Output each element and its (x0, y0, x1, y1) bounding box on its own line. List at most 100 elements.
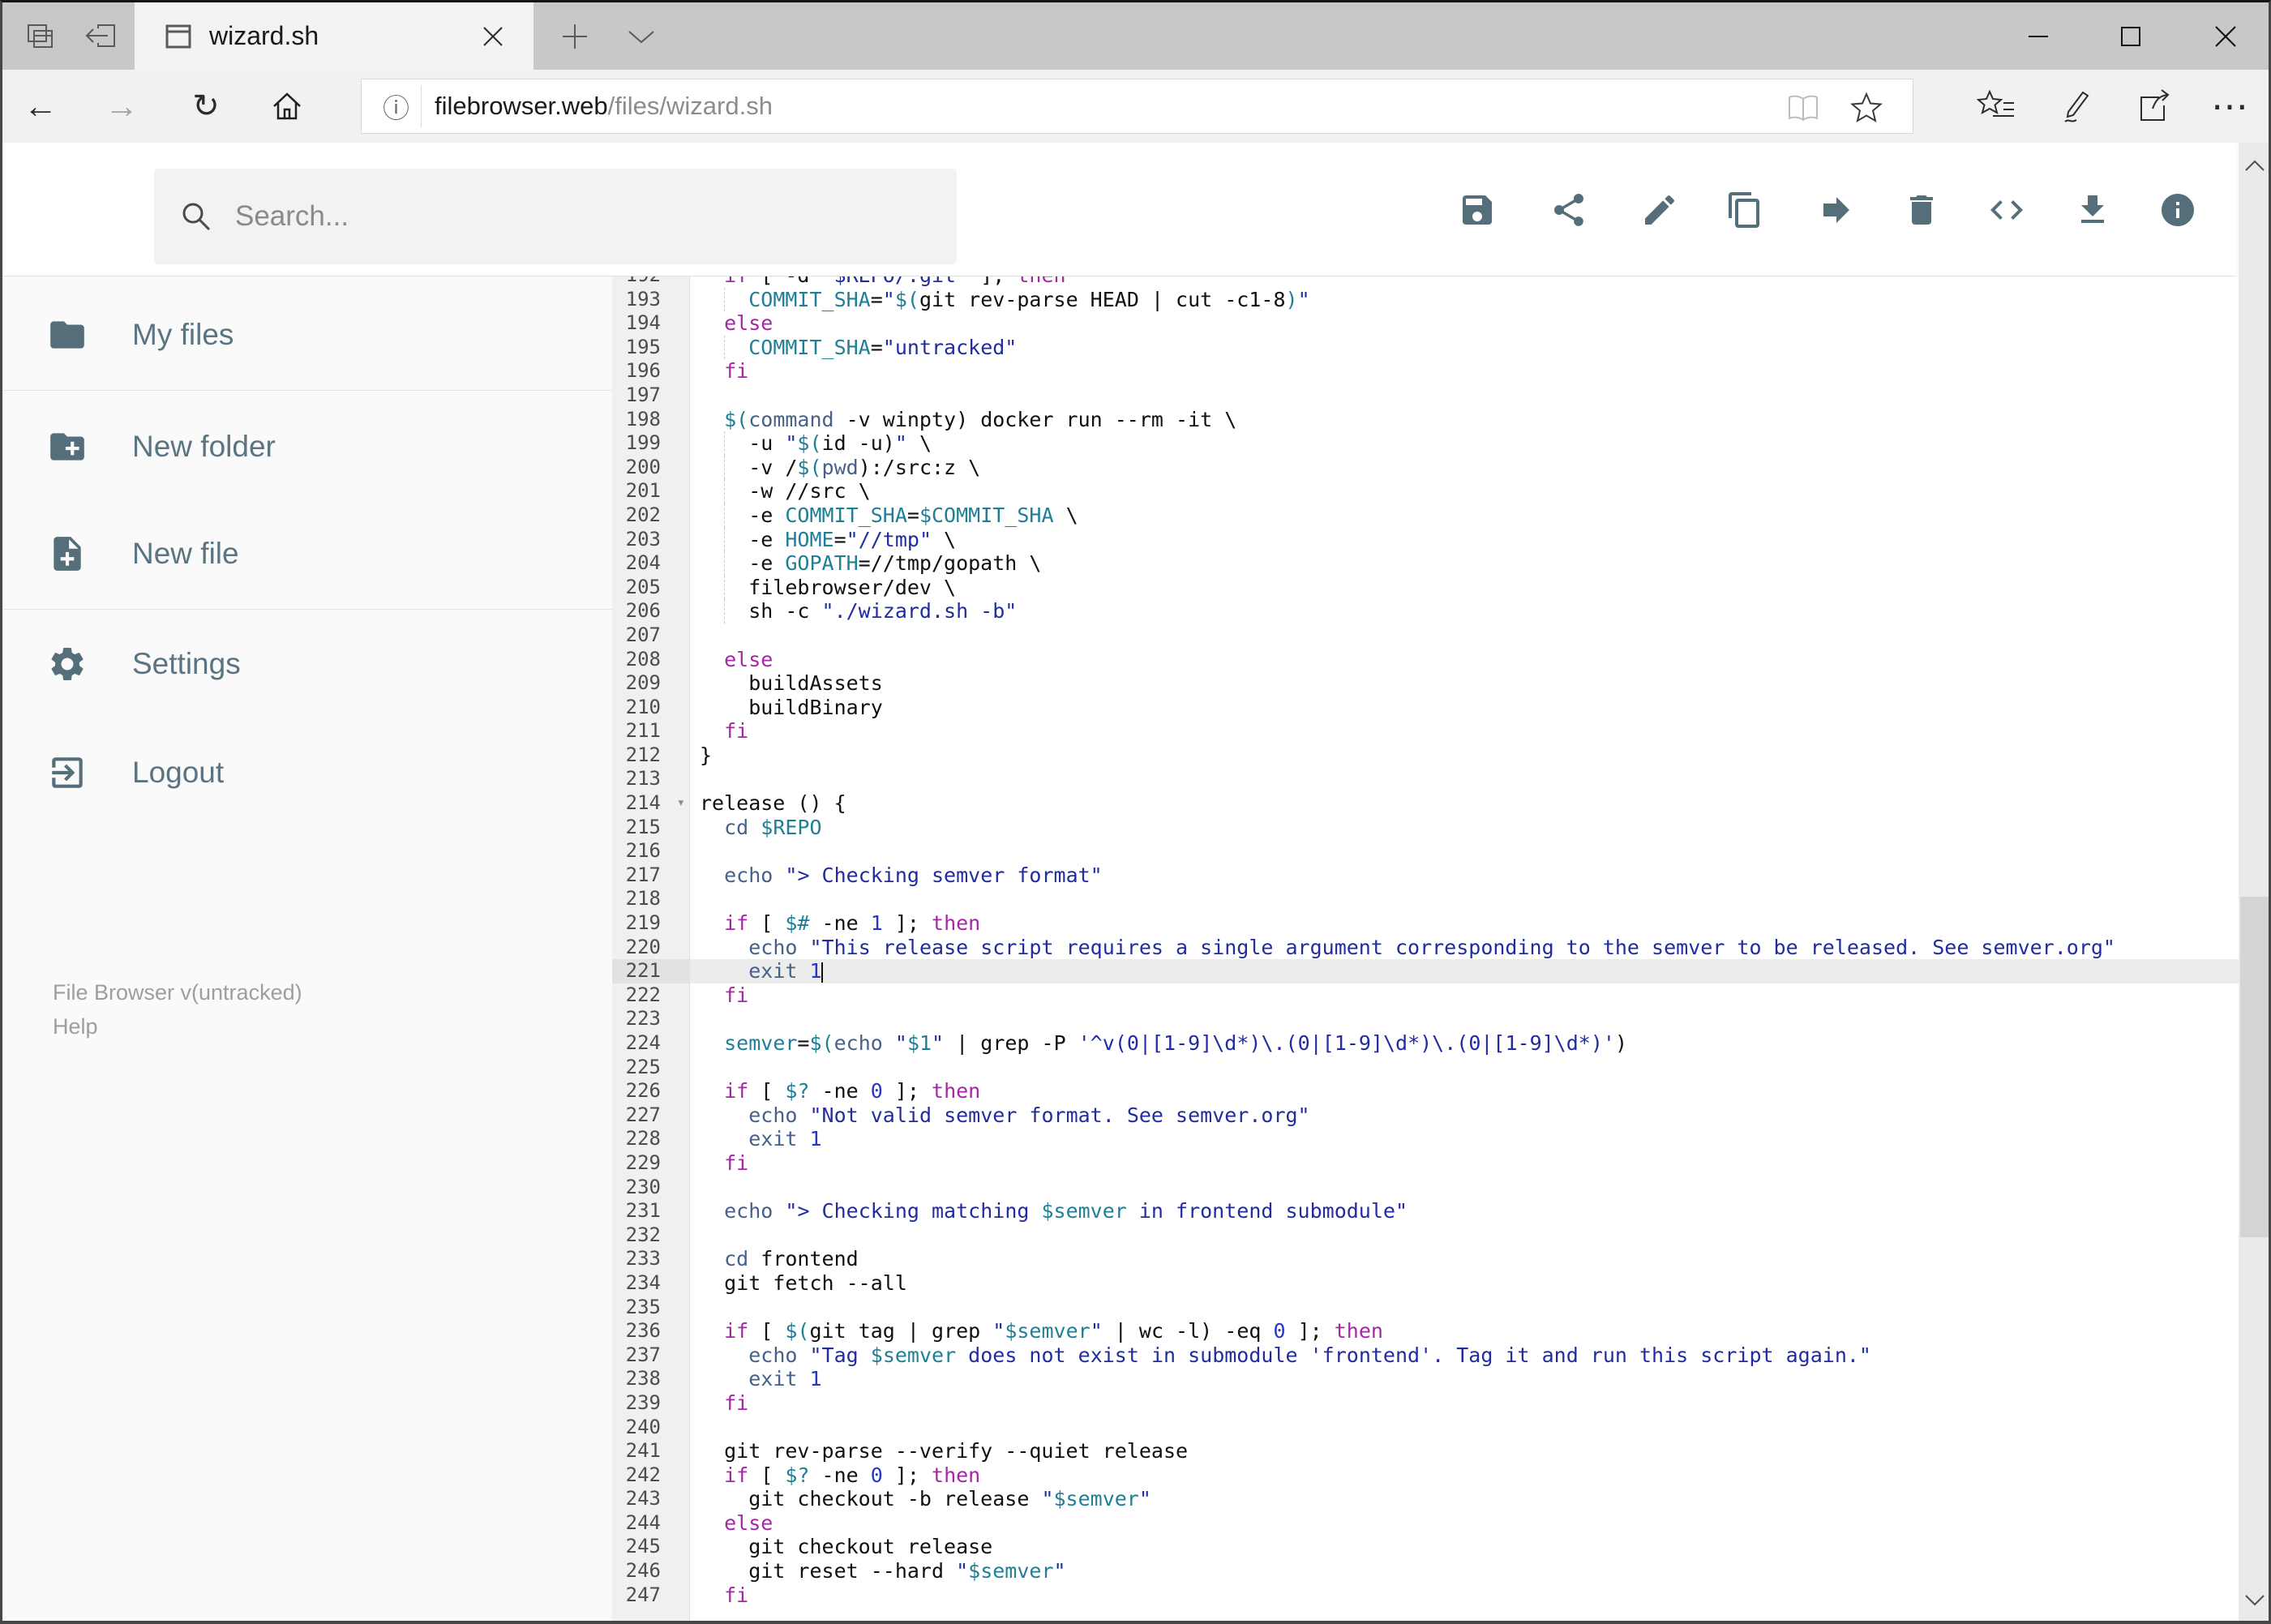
code-line[interactable]: 242 if [ $? -ne 0 ]; then (612, 1463, 2239, 1488)
code-line[interactable]: 209 buildAssets (612, 671, 2239, 696)
line-number[interactable]: 194 (612, 311, 690, 336)
line-number[interactable]: 207 (612, 623, 690, 648)
code-line[interactable]: 200 -v /$(pwd):/src:z \ (612, 455, 2239, 480)
scrollbar-thumb[interactable] (2240, 897, 2269, 1237)
code-line[interactable]: 204 -e GOPATH=//tmp/gopath \ (612, 551, 2239, 576)
line-number[interactable]: 241 (612, 1439, 690, 1463)
refresh-button[interactable]: ↻ (178, 70, 234, 143)
line-number[interactable]: 210 (612, 696, 690, 720)
code-line[interactable]: 198 $(command -v winpty) docker run --rm… (612, 408, 2239, 432)
sidebar-item-settings[interactable]: Settings (2, 633, 612, 695)
maximize-button[interactable] (2097, 2, 2165, 70)
code-line[interactable]: 206 sh -c "./wizard.sh -b" (612, 599, 2239, 623)
code-line[interactable]: 220 echo "This release script requires a… (612, 936, 2239, 960)
line-number[interactable]: 232 (612, 1223, 690, 1248)
code-line[interactable]: 216 (612, 839, 2239, 863)
code-line[interactable]: 235 (612, 1296, 2239, 1320)
page-scrollbar[interactable] (2239, 143, 2269, 1621)
code-line[interactable]: 236 if [ $(git tag | grep "$semver" | wc… (612, 1319, 2239, 1343)
url-text[interactable]: filebrowser.web/files/wizard.sh (435, 92, 773, 121)
copy-button[interactable] (1725, 191, 1764, 229)
sidebar-item-logout[interactable]: Logout (2, 742, 612, 803)
code-line[interactable]: 195 COMMIT_SHA="untracked" (612, 335, 2239, 360)
code-line[interactable]: 203 -e HOME="//tmp" \ (612, 527, 2239, 552)
favorite-star-icon[interactable] (1849, 91, 1883, 125)
line-number[interactable]: 212 (612, 743, 690, 768)
download-button[interactable] (2073, 191, 2112, 229)
code-line[interactable]: 210 buildBinary (612, 696, 2239, 720)
code-line[interactable]: 237 echo "Tag $semver does not exist in … (612, 1343, 2239, 1368)
code-line[interactable]: 243 git checkout -b release "$semver" (612, 1487, 2239, 1511)
info-button[interactable] (2158, 191, 2197, 229)
line-number[interactable]: 211 (612, 719, 690, 743)
source-view-button[interactable] (1987, 191, 2026, 229)
line-number[interactable]: 239 (612, 1391, 690, 1416)
line-number[interactable]: 193 (612, 288, 690, 312)
code-line[interactable]: 231 echo "> Checking matching $semver in… (612, 1199, 2239, 1223)
line-number[interactable]: 196 (612, 359, 690, 384)
line-number[interactable]: 229 (612, 1151, 690, 1176)
line-number[interactable]: 234 (612, 1271, 690, 1296)
tab-preview-button[interactable] (619, 2, 664, 70)
code-line[interactable]: 228 exit 1 (612, 1127, 2239, 1151)
code-line[interactable]: 201 -w //src \ (612, 479, 2239, 503)
code-line[interactable]: 239 fi (612, 1391, 2239, 1416)
line-number[interactable]: 243 (612, 1487, 690, 1511)
sidebar-item-new-file[interactable]: New file (2, 523, 612, 585)
line-number[interactable]: 216 (612, 839, 690, 863)
line-number[interactable]: 220 (612, 936, 690, 960)
back-button[interactable]: ← (12, 70, 69, 143)
code-line[interactable]: 240 (612, 1416, 2239, 1440)
code-line[interactable]: 238 exit 1 (612, 1367, 2239, 1391)
sidebar-item-new-folder[interactable]: New folder (2, 416, 612, 478)
tab-close-icon[interactable] (481, 24, 505, 49)
more-options-button[interactable]: ⋯ (2201, 70, 2258, 143)
code-line[interactable]: 213 (612, 767, 2239, 791)
code-line[interactable]: 234 git fetch --all (612, 1271, 2239, 1296)
code-line[interactable]: 227 echo "Not valid semver format. See s… (612, 1103, 2239, 1128)
code-line[interactable]: 226 if [ $? -ne 0 ]; then (612, 1079, 2239, 1103)
line-number[interactable]: 201 (612, 479, 690, 503)
code-line[interactable]: 211 fi (612, 719, 2239, 743)
code-line[interactable]: 194 else (612, 311, 2239, 336)
line-number[interactable]: 219 (612, 911, 690, 936)
annotate-button[interactable] (2047, 70, 2104, 143)
line-number[interactable]: 247 (612, 1583, 690, 1608)
code-line[interactable]: 230 (612, 1176, 2239, 1200)
line-number[interactable]: 192 (612, 276, 690, 288)
search-input[interactable] (234, 199, 882, 234)
line-number[interactable]: 235 (612, 1296, 690, 1320)
line-number[interactable]: 230 (612, 1176, 690, 1200)
code-line[interactable]: 246 git reset --hard "$semver" (612, 1559, 2239, 1583)
line-number[interactable]: 237 (612, 1343, 690, 1368)
line-number[interactable]: 227 (612, 1103, 690, 1128)
line-number[interactable]: 202 (612, 503, 690, 528)
minimize-button[interactable] (2004, 2, 2072, 70)
code-line[interactable]: 232 (612, 1223, 2239, 1248)
code-line[interactable]: 222 fi (612, 983, 2239, 1008)
line-number[interactable]: 226 (612, 1079, 690, 1103)
share-file-button[interactable] (1549, 191, 1588, 229)
line-number[interactable]: 213 (612, 767, 690, 791)
set-tabs-aside-button[interactable] (80, 2, 121, 70)
code-line[interactable]: 223 (612, 1007, 2239, 1031)
line-number[interactable]: 244 (612, 1511, 690, 1536)
line-number[interactable]: 199 (612, 431, 690, 456)
line-number[interactable]: 221 (612, 959, 690, 983)
share-button[interactable] (2125, 70, 2182, 143)
site-info-icon[interactable]: ⓘ (383, 87, 409, 126)
code-line[interactable]: 244 else (612, 1511, 2239, 1536)
line-number[interactable]: 242 (612, 1463, 690, 1488)
code-line[interactable]: 219 if [ $# -ne 1 ]; then (612, 911, 2239, 936)
code-line[interactable]: 215 cd $REPO (612, 816, 2239, 840)
address-bar[interactable]: ⓘ filebrowser.web/files/wizard.sh (361, 79, 1913, 134)
line-number[interactable]: 217 (612, 863, 690, 888)
browser-tab[interactable]: wizard.sh (135, 2, 533, 70)
new-tab-button[interactable] (554, 2, 596, 70)
delete-button[interactable] (1902, 191, 1941, 229)
code-line[interactable]: 199 -u "$(id -u)" \ (612, 431, 2239, 456)
line-number[interactable]: 197 (612, 384, 690, 408)
code-line[interactable]: 196 fi (612, 359, 2239, 384)
rename-button[interactable] (1640, 191, 1679, 229)
favorites-hub-button[interactable] (1968, 70, 2025, 143)
